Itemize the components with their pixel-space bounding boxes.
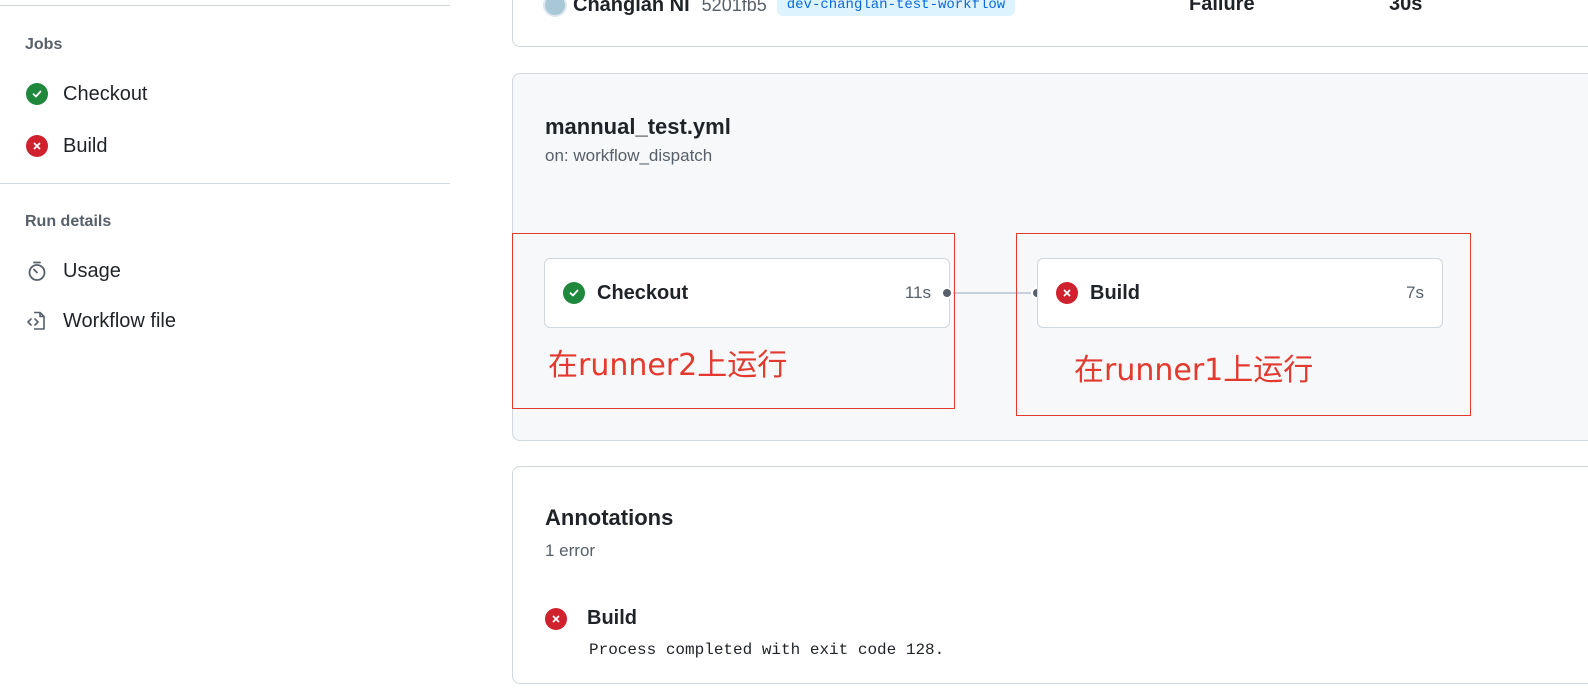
workflow-file-name: mannual_test.yml bbox=[545, 114, 731, 139]
workflow-run-page: Jobs Checkout Build Run details Usage Wo… bbox=[0, 0, 1588, 698]
run-details-section-label: Run details bbox=[25, 213, 112, 230]
x-circle-icon bbox=[25, 134, 49, 158]
annotations-card: Annotations 1 error Build Process comple… bbox=[512, 466, 1588, 684]
sidebar: Jobs Checkout Build Run details Usage Wo… bbox=[0, 0, 450, 698]
workflow-trigger: on: workflow_dispatch bbox=[545, 146, 713, 165]
annotation-message: Process completed with exit code 128. bbox=[589, 641, 945, 659]
run-trigger-info: Changlan NI 5201fb5 dev-changlan-test-wo… bbox=[543, 0, 1016, 17]
run-summary-card: Changlan NI 5201fb5 dev-changlan-test-wo… bbox=[512, 0, 1588, 47]
file-code-icon bbox=[25, 309, 49, 333]
sidebar-job-label: Checkout bbox=[63, 82, 148, 105]
annotation-item[interactable]: Build bbox=[545, 607, 637, 630]
check-circle-icon bbox=[25, 82, 49, 106]
sidebar-usage[interactable]: Usage bbox=[25, 256, 121, 286]
run-status: Failure bbox=[1189, 0, 1255, 15]
divider bbox=[0, 183, 450, 184]
branch-badge[interactable]: dev-changlan-test-workflow bbox=[776, 0, 1016, 16]
annotation-job-name: Build bbox=[587, 607, 637, 629]
sidebar-workflow-file[interactable]: Workflow file bbox=[25, 306, 176, 336]
sidebar-workflow-file-label: Workflow file bbox=[63, 309, 176, 332]
sidebar-job-label: Build bbox=[63, 134, 108, 157]
jobs-section-label: Jobs bbox=[25, 36, 63, 53]
run-duration: 30s bbox=[1389, 0, 1423, 15]
annotations-title: Annotations bbox=[545, 505, 674, 530]
sidebar-usage-label: Usage bbox=[63, 259, 121, 282]
author-name[interactable]: Changlan NI bbox=[573, 0, 690, 17]
stopwatch-icon bbox=[25, 259, 49, 283]
annotations-count: 1 error bbox=[545, 541, 596, 560]
avatar bbox=[543, 0, 567, 17]
x-circle-icon bbox=[545, 607, 567, 630]
divider bbox=[0, 5, 450, 6]
annotation-note-build: 在runner1上运行 bbox=[1074, 353, 1314, 388]
annotation-note-checkout: 在runner2上运行 bbox=[548, 348, 788, 383]
sidebar-job-checkout[interactable]: Checkout bbox=[25, 79, 148, 109]
commit-sha[interactable]: 5201fb5 bbox=[702, 0, 767, 16]
sidebar-job-build[interactable]: Build bbox=[25, 131, 107, 161]
